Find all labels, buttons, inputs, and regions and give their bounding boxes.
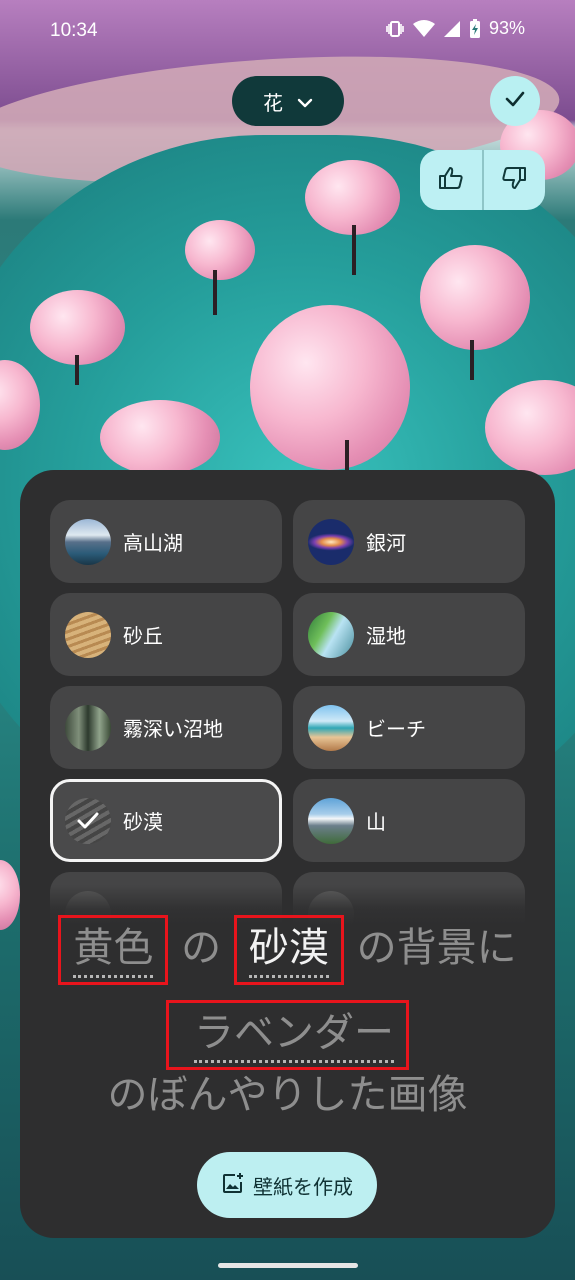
- scene-chip[interactable]: 砂漠: [233, 915, 344, 985]
- thumbs-up-icon: [438, 166, 464, 194]
- subject-chip[interactable]: ラベンダー: [166, 1000, 409, 1070]
- home-gesture-bar[interactable]: [218, 1263, 358, 1268]
- galaxy-thumbnail: [308, 518, 354, 565]
- apply-wallpaper-button[interactable]: [490, 76, 540, 126]
- battery-charging-icon: [469, 18, 481, 39]
- style-label: 霧深い沼地: [123, 717, 223, 741]
- thumbs-down-button[interactable]: [484, 150, 546, 210]
- scene-word: 砂漠: [248, 925, 329, 978]
- alpine-lake-thumbnail: [65, 518, 111, 565]
- color-chip[interactable]: 黄色: [58, 915, 169, 985]
- style-option-misty-swamp[interactable]: 霧深い沼地: [50, 686, 282, 769]
- chevron-down-icon: [297, 89, 313, 113]
- style-label: 銀河: [366, 531, 406, 555]
- wifi-icon: [412, 19, 435, 38]
- status-bar: 10:34 93%: [0, 0, 575, 64]
- battery-level: 93%: [488, 18, 525, 38]
- category-dropdown[interactable]: 花: [232, 76, 344, 126]
- status-icons: 93%: [385, 18, 525, 39]
- prompt-line-3: のぼんやりした画像: [107, 1072, 468, 1118]
- vibrate-icon: [385, 19, 405, 39]
- mountain-thumbnail: [308, 797, 354, 844]
- prompt-line-1: 黄色 の 砂漠 の背景に: [20, 915, 555, 985]
- style-option-wetland[interactable]: 湿地: [293, 593, 525, 676]
- prompt-suffix: の背景に: [356, 925, 517, 971]
- style-label: 砂丘: [123, 624, 163, 648]
- style-label: 砂漠: [123, 810, 163, 834]
- create-wallpaper-button[interactable]: 壁紙を作成: [197, 1152, 377, 1218]
- status-time: 10:34: [50, 20, 98, 41]
- thumbs-up-button[interactable]: [420, 150, 482, 210]
- selected-check-icon: [65, 797, 111, 844]
- wetland-thumbnail: [308, 611, 354, 658]
- color-word: 黄色: [73, 925, 154, 978]
- add-photo-icon: [221, 1171, 245, 1200]
- thumbs-down-icon: [501, 166, 527, 194]
- style-label: 高山湖: [123, 531, 183, 555]
- rating-buttons: [420, 150, 545, 210]
- desert-thumbnail: [65, 797, 111, 844]
- style-label: 湿地: [366, 624, 406, 648]
- wallpaper-creation-sheet: 高山湖 銀河 砂丘 湿地 霧深い沼地 ビーチ 砂漠 山 黄色 の 砂漠 の背景に…: [20, 470, 555, 1238]
- style-label: ビーチ: [366, 717, 426, 741]
- style-option-mountain[interactable]: 山: [293, 779, 525, 862]
- prompt-line-2: ラベンダー: [20, 1000, 555, 1070]
- style-option-galaxy[interactable]: 銀河: [293, 500, 525, 583]
- style-label: 山: [366, 810, 386, 834]
- create-button-label: 壁紙を作成: [253, 1174, 353, 1199]
- style-option-alpine-lake[interactable]: 高山湖: [50, 500, 282, 583]
- style-option-desert[interactable]: 砂漠: [50, 779, 282, 862]
- prompt-particle: の: [181, 925, 222, 971]
- style-options-grid: 高山湖 銀河 砂丘 湿地 霧深い沼地 ビーチ 砂漠 山: [50, 500, 525, 925]
- misty-swamp-thumbnail: [65, 704, 111, 751]
- beach-thumbnail: [308, 704, 354, 751]
- subject-word: ラベンダー: [194, 1010, 394, 1063]
- sand-dune-thumbnail: [65, 611, 111, 658]
- category-label: 花: [263, 90, 283, 115]
- style-option-beach[interactable]: ビーチ: [293, 686, 525, 769]
- cellular-signal-icon: [443, 20, 461, 38]
- style-option-sand-dune[interactable]: 砂丘: [50, 593, 282, 676]
- check-icon: [504, 90, 526, 112]
